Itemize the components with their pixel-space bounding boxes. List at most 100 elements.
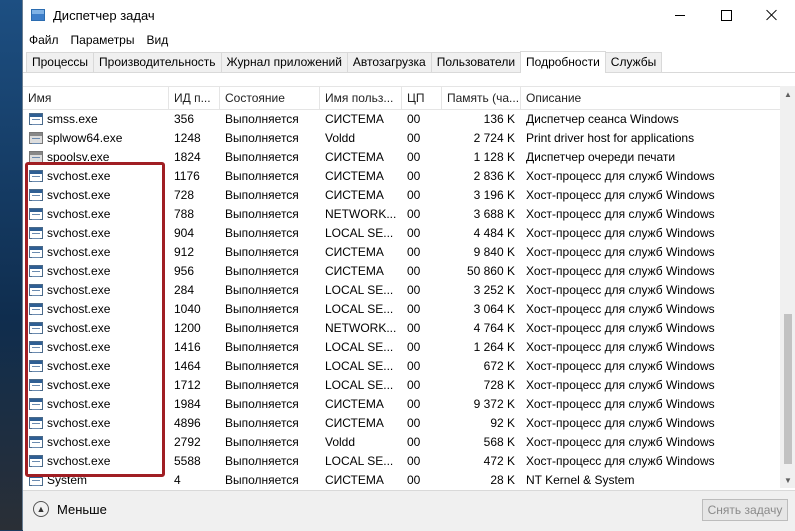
cell-description: Хост-процесс для служб Windows — [526, 454, 715, 468]
cell-description: Хост-процесс для служб Windows — [526, 435, 715, 449]
cell-user: СИСТЕМА — [325, 473, 384, 487]
cell-status: Выполняется — [225, 169, 299, 183]
table-row[interactable]: svchost.exe 1416 Выполняется LOCAL SE... 00 1… — [23, 338, 780, 357]
cell-description: Хост-процесс для служб Windows — [526, 283, 715, 297]
cell-cpu: 00 — [407, 378, 421, 392]
cell-status: Выполняется — [225, 454, 299, 468]
cell-status: Выполняется — [225, 207, 299, 221]
column-header-pid[interactable]: ИД п... — [169, 87, 220, 109]
tab-processes[interactable]: Процессы — [26, 52, 95, 72]
menu-file[interactable]: Файл — [23, 33, 65, 47]
column-header-memory[interactable]: Память (ча... — [442, 87, 521, 109]
cell-cpu: 00 — [407, 416, 421, 430]
table-row[interactable]: svchost.exe 912 Выполняется СИСТЕМА 00 9 840 … — [23, 243, 780, 262]
tab-strip: Процессы Производительность Журнал прило… — [23, 51, 795, 73]
cell-user: LOCAL SE... — [325, 226, 394, 240]
cell-cpu: 00 — [407, 454, 421, 468]
column-header-status[interactable]: Состояние — [220, 87, 320, 109]
table-row[interactable]: svchost.exe 5588 Выполняется LOCAL SE... 00 4… — [23, 452, 780, 471]
cell-description: Хост-процесс для служб Windows — [526, 207, 715, 221]
table-row[interactable]: svchost.exe 284 Выполняется LOCAL SE... 00 3 … — [23, 281, 780, 300]
table-row[interactable]: svchost.exe 904 Выполняется LOCAL SE... 00 4 … — [23, 224, 780, 243]
close-button[interactable] — [749, 0, 795, 30]
column-header-name[interactable]: Имя — [23, 87, 169, 109]
table-row[interactable]: svchost.exe 1464 Выполняется LOCAL SE... 00 6… — [23, 357, 780, 376]
table-row[interactable]: spoolsv.exe 1824 Выполняется СИСТЕМА 00 1 128… — [23, 148, 780, 167]
scroll-down-arrow-icon[interactable]: ▼ — [780, 472, 795, 488]
process-icon — [29, 246, 43, 258]
table-row[interactable]: svchost.exe 788 Выполняется NETWORK... 00 3 6… — [23, 205, 780, 224]
desktop-background — [0, 0, 22, 530]
table-row[interactable]: smss.exe 356 Выполняется СИСТЕМА 00 136 K Дисп… — [23, 110, 780, 129]
cell-user: LOCAL SE... — [325, 283, 394, 297]
table-row[interactable]: svchost.exe 1040 Выполняется LOCAL SE... 00 3… — [23, 300, 780, 319]
cell-pid: 1416 — [174, 340, 201, 354]
maximize-button[interactable] — [703, 0, 749, 30]
scroll-up-arrow-icon[interactable]: ▲ — [780, 86, 795, 102]
cell-pid: 956 — [174, 264, 195, 278]
process-icon — [29, 113, 43, 125]
process-icon — [29, 379, 43, 391]
cell-user: LOCAL SE... — [325, 340, 394, 354]
cell-pid: 4896 — [174, 416, 201, 430]
menu-bar: Файл Параметры Вид — [23, 30, 795, 50]
cell-pid: 1712 — [174, 378, 201, 392]
process-name: spoolsv.exe — [47, 150, 110, 164]
vertical-scrollbar[interactable]: ▲ ▼ — [780, 86, 795, 488]
tab-app-history[interactable]: Журнал приложений — [220, 52, 348, 72]
printer-icon — [29, 151, 43, 163]
table-row[interactable]: System 4 Выполняется СИСТЕМА 00 28 K NT Kernel… — [23, 471, 780, 489]
column-header-user[interactable]: Имя польз... — [320, 87, 402, 109]
cell-description: Хост-процесс для служб Windows — [526, 188, 715, 202]
chevron-up-icon: ▲ — [33, 501, 49, 517]
process-name: splwow64.exe — [47, 131, 123, 145]
fewer-details-toggle[interactable]: ▲ Меньше — [33, 501, 107, 517]
title-bar[interactable]: Диспетчер задач — [23, 0, 795, 30]
footer-bar: ▲ Меньше Снять задачу — [23, 490, 795, 531]
process-name: svchost.exe — [47, 340, 111, 354]
tab-startup[interactable]: Автозагрузка — [346, 52, 432, 72]
cell-status: Выполняется — [225, 283, 299, 297]
cell-memory: 3 064 K — [473, 302, 515, 316]
cell-description: NT Kernel & System — [526, 473, 635, 487]
cell-memory: 9 372 K — [473, 397, 515, 411]
tab-performance[interactable]: Производительность — [93, 52, 222, 72]
table-row[interactable]: svchost.exe 956 Выполняется СИСТЕМА 00 50 860… — [23, 262, 780, 281]
cell-cpu: 00 — [407, 169, 421, 183]
scroll-thumb[interactable] — [784, 314, 792, 464]
process-name: svchost.exe — [47, 378, 111, 392]
process-name: smss.exe — [47, 112, 98, 126]
table-row[interactable]: svchost.exe 4896 Выполняется СИСТЕМА 00 92 K Х… — [23, 414, 780, 433]
table-row[interactable]: svchost.exe 1712 Выполняется LOCAL SE... 00 7… — [23, 376, 780, 395]
cell-user: СИСТЕМА — [325, 397, 384, 411]
menu-options[interactable]: Параметры — [65, 33, 141, 47]
tab-details[interactable]: Подробности — [520, 51, 606, 73]
table-row[interactable]: svchost.exe 1200 Выполняется NETWORK... 00 4 … — [23, 319, 780, 338]
cell-name: svchost.exe — [23, 395, 169, 414]
cell-cpu: 00 — [407, 340, 421, 354]
cell-status: Выполняется — [225, 321, 299, 335]
cell-pid: 1464 — [174, 359, 201, 373]
cell-user: СИСТЕМА — [325, 112, 384, 126]
column-header-description[interactable]: Описание — [521, 87, 780, 109]
table-row[interactable]: splwow64.exe 1248 Выполняется Voldd 00 2 724 … — [23, 129, 780, 148]
minimize-button[interactable] — [657, 0, 703, 30]
table-row[interactable]: svchost.exe 1176 Выполняется СИСТЕМА 00 2 836… — [23, 167, 780, 186]
cell-description: Хост-процесс для служб Windows — [526, 378, 715, 392]
close-icon — [766, 9, 778, 21]
cell-description: Хост-процесс для служб Windows — [526, 245, 715, 259]
table-row[interactable]: svchost.exe 2792 Выполняется Voldd 00 568 K Хо… — [23, 433, 780, 452]
column-header-cpu[interactable]: ЦП — [402, 87, 442, 109]
tab-users[interactable]: Пользователи — [430, 52, 522, 72]
end-task-button[interactable]: Снять задачу — [702, 499, 788, 521]
cell-memory: 9 840 K — [473, 245, 515, 259]
process-icon — [29, 284, 43, 296]
process-name: svchost.exe — [47, 416, 111, 430]
menu-view[interactable]: Вид — [140, 33, 174, 47]
tab-services[interactable]: Службы — [604, 52, 663, 72]
table-row[interactable]: svchost.exe 728 Выполняется СИСТЕМА 00 3 196 … — [23, 186, 780, 205]
cell-status: Выполняется — [225, 416, 299, 430]
cell-status: Выполняется — [225, 302, 299, 316]
printer-icon — [29, 132, 43, 144]
table-row[interactable]: svchost.exe 1984 Выполняется СИСТЕМА 00 9 372… — [23, 395, 780, 414]
